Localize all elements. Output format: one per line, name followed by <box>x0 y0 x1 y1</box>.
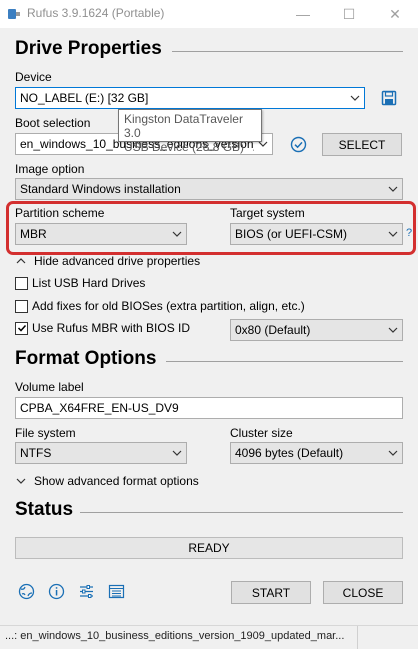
chevron-down-icon <box>384 186 402 192</box>
status-bar: ...: en_windows_10_business_editions_ver… <box>0 625 418 649</box>
old-bios-label: Add fixes for old BIOSes (extra partitio… <box>32 299 305 313</box>
target-system-label: Target system <box>230 206 305 220</box>
format-options-heading: Format Options <box>15 348 157 369</box>
chevron-down-icon <box>384 450 402 456</box>
statusbar-divider <box>357 626 358 649</box>
hide-advanced-drive-toggle[interactable]: Hide advanced drive properties <box>16 254 200 268</box>
close-window-button[interactable]: ✕ <box>372 0 418 28</box>
chevron-down-icon <box>168 450 186 456</box>
volume-label-label: Volume label <box>15 380 84 394</box>
volume-label-value: CPBA_X64FRE_EN-US_DV9 <box>20 401 179 415</box>
partition-scheme-value: MBR <box>20 227 47 241</box>
title-bar: Rufus 3.9.1624 (Portable) — ☐ ✕ <box>0 0 418 28</box>
image-option-dropdown[interactable]: Standard Windows installation <box>15 178 403 200</box>
checkmark-icon <box>17 324 26 332</box>
help-icon[interactable]: ? <box>406 227 412 239</box>
show-advanced-format-toggle[interactable]: Show advanced format options <box>16 474 199 488</box>
file-system-label: File system <box>15 426 76 440</box>
window-title: Rufus 3.9.1624 (Portable) <box>27 6 165 20</box>
globe-icon[interactable] <box>16 581 36 601</box>
partition-scheme-label: Partition scheme <box>15 206 105 220</box>
volume-label-input[interactable]: CPBA_X64FRE_EN-US_DV9 <box>15 397 403 419</box>
save-drive-icon[interactable] <box>379 88 399 108</box>
close-button[interactable]: CLOSE <box>323 581 403 604</box>
statusbar-text: ...: en_windows_10_business_editions_ver… <box>5 630 345 642</box>
settings-sliders-icon[interactable] <box>76 581 96 601</box>
chevron-down-icon <box>346 95 364 101</box>
chevron-down-icon <box>384 327 402 333</box>
start-button[interactable]: START <box>231 581 311 604</box>
boot-selection-label: Boot selection <box>15 116 91 130</box>
info-icon[interactable] <box>46 581 66 601</box>
select-button[interactable]: SELECT <box>322 133 402 156</box>
device-value: NO_LABEL (E:) [32 GB] <box>20 91 149 105</box>
old-bios-checkbox[interactable] <box>15 299 28 313</box>
cluster-size-label: Cluster size <box>230 426 293 440</box>
tooltip-line-1: Kingston DataTraveler 3.0 <box>124 112 243 140</box>
section-divider <box>172 51 403 52</box>
rufus-mbr-label: Use Rufus MBR with BIOS ID <box>32 321 191 335</box>
list-usb-checkbox[interactable] <box>15 276 28 290</box>
tooltip-line-2: USB Device (28.8 GB) <box>124 140 245 154</box>
minimize-button[interactable]: — <box>280 0 326 28</box>
target-system-value: BIOS (or UEFI-CSM) <box>235 227 348 241</box>
cluster-size-value: 4096 bytes (Default) <box>235 446 344 460</box>
image-option-value: Standard Windows installation <box>20 182 181 196</box>
check-circle-icon[interactable] <box>288 134 308 154</box>
hide-advanced-drive-label: Hide advanced drive properties <box>34 254 201 268</box>
file-system-value: NTFS <box>20 446 52 460</box>
chevron-down-icon <box>384 231 402 237</box>
log-table-icon[interactable] <box>106 581 126 601</box>
bios-id-value: 0x80 (Default) <box>235 323 311 337</box>
device-label: Device <box>15 70 52 84</box>
partition-scheme-dropdown[interactable]: MBR <box>15 223 187 245</box>
list-usb-label: List USB Hard Drives <box>32 276 146 290</box>
section-divider <box>166 361 403 362</box>
list-usb-checkbox-row[interactable]: List USB Hard Drives <box>15 276 145 290</box>
target-system-dropdown[interactable]: BIOS (or UEFI-CSM) <box>230 223 403 245</box>
progress-text: READY <box>188 541 230 555</box>
image-option-label: Image option <box>15 162 85 176</box>
cluster-size-dropdown[interactable]: 4096 bytes (Default) <box>230 442 403 464</box>
status-heading: Status <box>15 499 74 520</box>
progress-bar: READY <box>15 537 403 559</box>
section-divider <box>80 512 403 513</box>
chevron-up-icon <box>16 258 28 264</box>
bios-id-dropdown[interactable]: 0x80 (Default) <box>230 319 403 341</box>
drive-properties-heading: Drive Properties <box>15 38 162 59</box>
chevron-down-icon <box>168 231 186 237</box>
old-bios-checkbox-row[interactable]: Add fixes for old BIOSes (extra partitio… <box>15 299 305 313</box>
show-advanced-format-label: Show advanced format options <box>34 474 199 488</box>
file-system-dropdown[interactable]: NTFS <box>15 442 187 464</box>
device-dropdown[interactable]: NO_LABEL (E:) [32 GB] <box>15 87 365 109</box>
chevron-down-icon <box>16 478 28 484</box>
device-tooltip: Kingston DataTraveler 3.0 USB Device (28… <box>118 109 262 154</box>
maximize-button[interactable]: ☐ <box>326 0 372 28</box>
rufus-mbr-checkbox-row[interactable]: Use Rufus MBR with BIOS ID <box>15 321 190 335</box>
rufus-mbr-checkbox[interactable] <box>15 321 28 335</box>
rufus-app-icon <box>7 7 21 21</box>
